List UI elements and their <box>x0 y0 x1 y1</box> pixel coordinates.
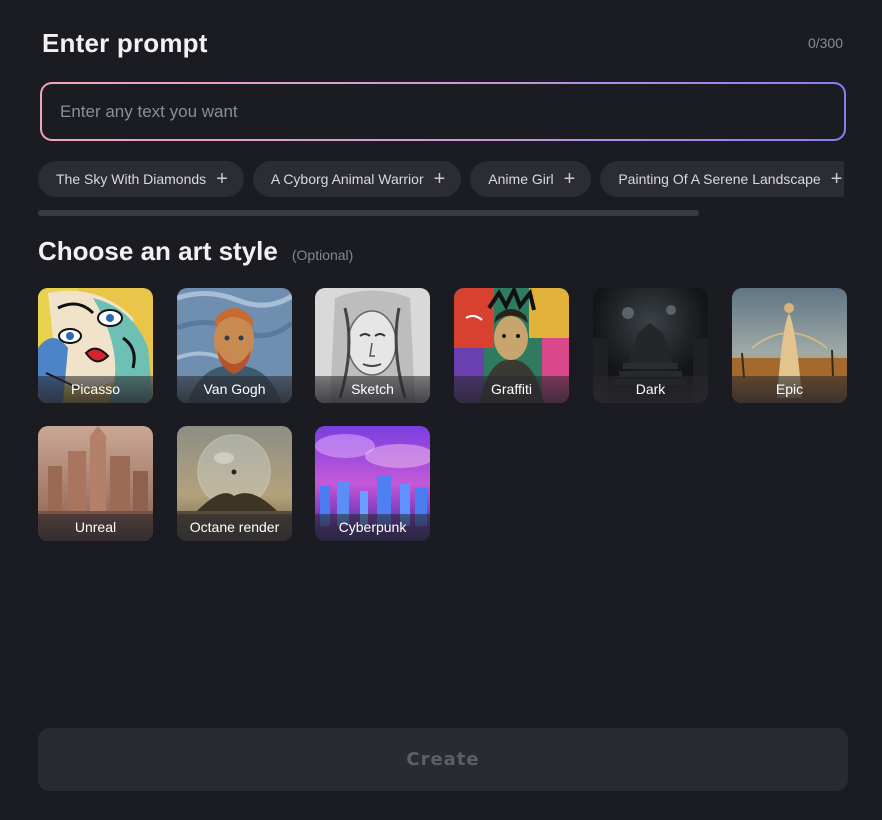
style-tile-octane-render[interactable]: Octane render <box>177 426 292 541</box>
style-tile-van-gogh[interactable]: Van Gogh <box>177 288 292 403</box>
prompt-title: Enter prompt <box>42 28 208 58</box>
optional-label: (Optional) <box>291 247 354 263</box>
suggestion-chip-label: Anime Girl <box>488 171 554 187</box>
style-label: Picasso <box>38 376 153 403</box>
character-counter: 0/300 <box>807 35 843 51</box>
style-label: Cyberpunk <box>315 514 430 541</box>
style-label: Octane render <box>177 514 292 541</box>
suggestion-chip[interactable]: A Cyborg Animal Warrior + <box>252 161 462 197</box>
style-tile-unreal[interactable]: Unreal <box>38 426 153 541</box>
style-tile-epic[interactable]: Epic <box>732 288 847 403</box>
style-label: Graffiti <box>454 376 569 403</box>
style-tile-picasso[interactable]: Picasso <box>38 288 153 403</box>
style-label: Dark <box>593 376 708 403</box>
prompt-input[interactable] <box>42 84 844 139</box>
plus-icon: + <box>216 168 228 190</box>
art-style-title: Choose an art style <box>38 236 278 266</box>
plus-icon: + <box>433 168 446 190</box>
plus-icon: + <box>830 168 843 190</box>
style-label: Unreal <box>38 514 153 541</box>
suggestion-chip[interactable]: Painting Of A Serene Landscape + <box>600 161 844 197</box>
style-label: Sketch <box>315 376 430 403</box>
art-style-header: Choose an art style (Optional) <box>38 236 353 267</box>
style-tile-dark[interactable]: Dark <box>593 288 708 403</box>
style-tile-graffiti[interactable]: Graffiti <box>454 288 569 403</box>
suggestion-chip[interactable]: Anime Girl + <box>470 161 592 197</box>
suggestion-chips: The Sky With Diamonds + A Cyborg Animal … <box>38 161 844 197</box>
create-button[interactable]: Create <box>38 728 848 791</box>
suggestion-chip-label: Painting Of A Serene Landscape <box>618 171 821 187</box>
prompt-input-border <box>40 82 846 141</box>
style-label: Van Gogh <box>177 376 292 403</box>
style-tile-cyberpunk[interactable]: Cyberpunk <box>315 426 430 541</box>
plus-icon: + <box>563 168 576 190</box>
suggestion-chip-label: The Sky With Diamonds <box>56 171 207 187</box>
suggestion-chip-label: A Cyborg Animal Warrior <box>270 171 424 187</box>
suggestion-chip[interactable]: The Sky With Diamonds + <box>38 161 244 197</box>
style-tile-sketch[interactable]: Sketch <box>315 288 430 403</box>
style-label: Epic <box>732 376 847 403</box>
chips-scrollbar[interactable] <box>38 210 699 216</box>
